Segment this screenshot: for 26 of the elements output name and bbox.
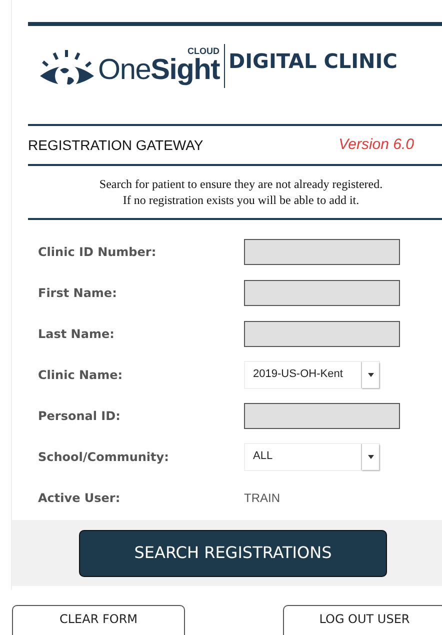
- brand-name: OneSight: [98, 56, 220, 85]
- action-button[interactable]: CLEAR FORM: [12, 605, 185, 635]
- instruction-text: Search for patient to ensure they are not already registered.: [99, 176, 383, 192]
- caret-icon: [368, 372, 374, 376]
- field-label: Personal ID:: [38, 408, 122, 424]
- version-label: Version 6.0: [338, 134, 414, 155]
- input-field[interactable]: [244, 402, 400, 428]
- instruction-text: If no registration exists you will be able to add it.: [122, 192, 360, 208]
- field-label: School/Community:: [38, 448, 170, 466]
- field-label: Active User:: [38, 490, 122, 506]
- page-title: REGISTRATION GATEWAY: [28, 136, 204, 154]
- field-label: First Name:: [38, 284, 118, 302]
- input-field[interactable]: [244, 320, 400, 346]
- caret-icon: [368, 454, 374, 458]
- field-label: Clinic ID Number:: [38, 244, 158, 260]
- cloud-label: CLOUD: [188, 47, 220, 56]
- field-label: Clinic Name:: [38, 366, 124, 384]
- search-button[interactable]: SEARCH REGISTRATIONS: [79, 530, 387, 576]
- field-value: TRAIN: [244, 490, 280, 506]
- input-field[interactable]: [244, 238, 400, 264]
- field-label: Last Name:: [38, 326, 116, 342]
- dropdown[interactable]: 2019-US-OH-Kent: [244, 360, 380, 388]
- action-button[interactable]: LOG OUT USER: [283, 605, 442, 635]
- dropdown[interactable]: ALL: [244, 442, 380, 470]
- product-name: DIGITAL CLINIC: [228, 48, 398, 75]
- input-field[interactable]: [244, 280, 400, 306]
